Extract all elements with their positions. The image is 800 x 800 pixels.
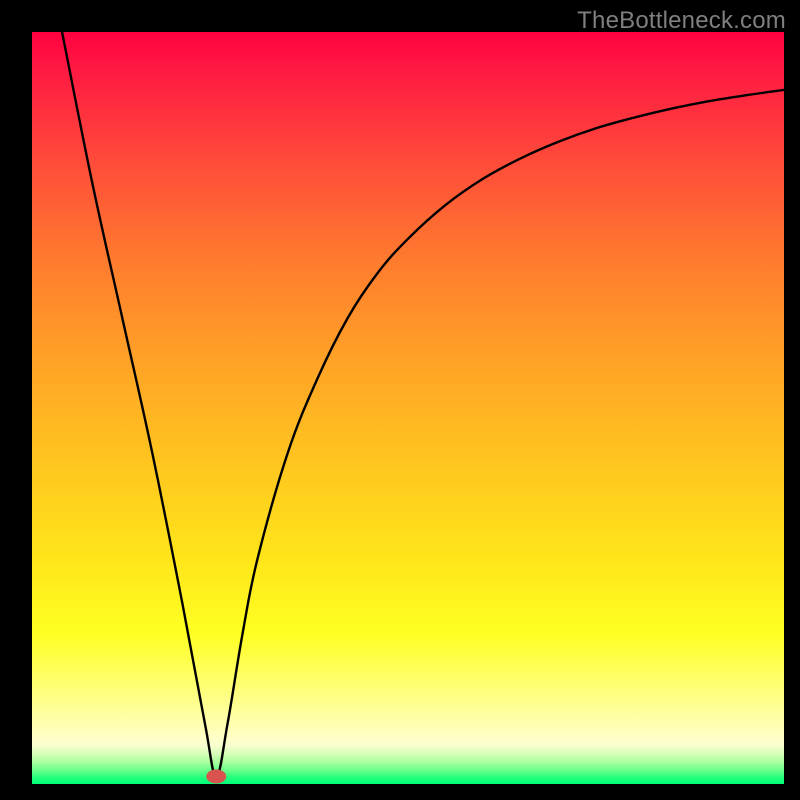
chart-frame: TheBottleneck.com — [0, 0, 800, 800]
watermark-text: TheBottleneck.com — [577, 7, 786, 35]
plot-area — [32, 32, 784, 784]
curve-layer — [32, 32, 784, 784]
bottleneck-curve — [62, 32, 784, 776]
optimal-point-marker — [206, 769, 226, 783]
